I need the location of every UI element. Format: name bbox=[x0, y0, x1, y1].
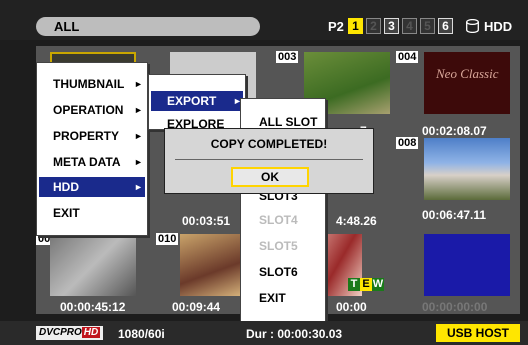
clip-thumbnail[interactable]: 00:00:00:00 bbox=[410, 234, 510, 314]
codec-hd-label: HD bbox=[81, 327, 101, 338]
copy-completed-dialog: COPY COMPLETED! OK bbox=[164, 128, 374, 194]
clip-thumbnail[interactable]: 004 Neo Classic 00:02:08.07 bbox=[396, 51, 510, 138]
codec-logo: DVCPRO HD bbox=[36, 326, 104, 340]
clip-timecode: 00:02:08.07 bbox=[422, 124, 487, 138]
filter-label: ALL bbox=[54, 19, 80, 34]
ok-button[interactable]: OK bbox=[231, 167, 309, 187]
slot-3-indicator: 3 bbox=[384, 18, 399, 34]
slot-6-indicator: 6 bbox=[438, 18, 453, 34]
clip-timecode: 00:09:44 bbox=[172, 300, 221, 314]
clip-number: 003 bbox=[276, 51, 299, 63]
submenu-arrow-icon: ► bbox=[134, 79, 143, 89]
menu-item-thumbnail[interactable]: THUMBNAIL bbox=[53, 77, 124, 91]
clip-timecode: 00:00 bbox=[336, 300, 367, 314]
clip-thumbnail[interactable]: 008 00:06:47.11 bbox=[396, 137, 510, 222]
menu-item-operation[interactable]: OPERATION bbox=[53, 103, 123, 117]
menu-item-hdd[interactable]: HDD bbox=[53, 180, 79, 194]
submenu-arrow-icon: ► bbox=[134, 105, 143, 115]
clip-timecode: 00:06:47.11 bbox=[422, 208, 487, 222]
dialog-divider bbox=[175, 159, 363, 160]
menu-item-slot5: SLOT5 bbox=[259, 239, 298, 253]
clip-number: 010 bbox=[156, 233, 179, 245]
menu-item-export[interactable]: EXPORT bbox=[167, 94, 216, 108]
clip-thumbnail[interactable]: 009 00:00:45:12 bbox=[36, 233, 136, 314]
submenu-arrow-icon: ► bbox=[134, 157, 143, 167]
slot-4-indicator: 4 bbox=[402, 18, 417, 34]
p2-label: P2 bbox=[328, 19, 344, 34]
slot-1-indicator: 1 bbox=[348, 18, 363, 34]
slot-5-indicator: 5 bbox=[420, 18, 435, 34]
hdd-submenu: EXPORT ► EXPLORE bbox=[148, 74, 246, 131]
menu-item-slot6[interactable]: SLOT6 bbox=[259, 265, 298, 279]
dialog-message: COPY COMPLETED! bbox=[210, 137, 328, 151]
menu-item-property[interactable]: PROPERTY bbox=[53, 129, 119, 143]
menu-item-slot4: SLOT4 bbox=[259, 213, 298, 227]
clip-number: 008 bbox=[396, 137, 419, 149]
hdd-label: HDD bbox=[484, 19, 513, 34]
clip-timecode: 00:00:45:12 bbox=[60, 300, 126, 314]
hdd-disk-icon bbox=[466, 19, 479, 33]
submenu-arrow-icon: ► bbox=[134, 131, 143, 141]
t-badge: T bbox=[348, 278, 360, 291]
menu-item-all-slot[interactable]: ALL SLOT bbox=[259, 115, 317, 129]
main-menu: THUMBNAIL ► OPERATION ► PROPERTY ► META … bbox=[36, 62, 148, 236]
format-label: 1080/60i bbox=[118, 327, 165, 341]
clip-timecode: 00:00:00:00 bbox=[422, 300, 488, 314]
slot-2-indicator: 2 bbox=[366, 18, 381, 34]
clip-timecode: 00:03:51 bbox=[182, 214, 231, 228]
duration-label: Dur : 00:00:30.03 bbox=[246, 327, 343, 341]
menu-item-slot-exit[interactable]: EXIT bbox=[259, 291, 286, 305]
clip-timecode: 4:48.26 bbox=[336, 214, 377, 228]
thumbnail-text: Neo Classic bbox=[436, 66, 499, 81]
e-badge: E bbox=[360, 278, 372, 291]
codec-label: DVCPRO bbox=[39, 327, 82, 338]
usb-host-badge: USB HOST bbox=[436, 324, 520, 342]
w-badge: W bbox=[372, 278, 384, 291]
clip-number: 004 bbox=[396, 51, 419, 63]
menu-item-exit[interactable]: EXIT bbox=[53, 206, 80, 220]
submenu-arrow-icon: ► bbox=[134, 182, 143, 192]
menu-item-meta-data[interactable]: META DATA bbox=[53, 155, 121, 169]
